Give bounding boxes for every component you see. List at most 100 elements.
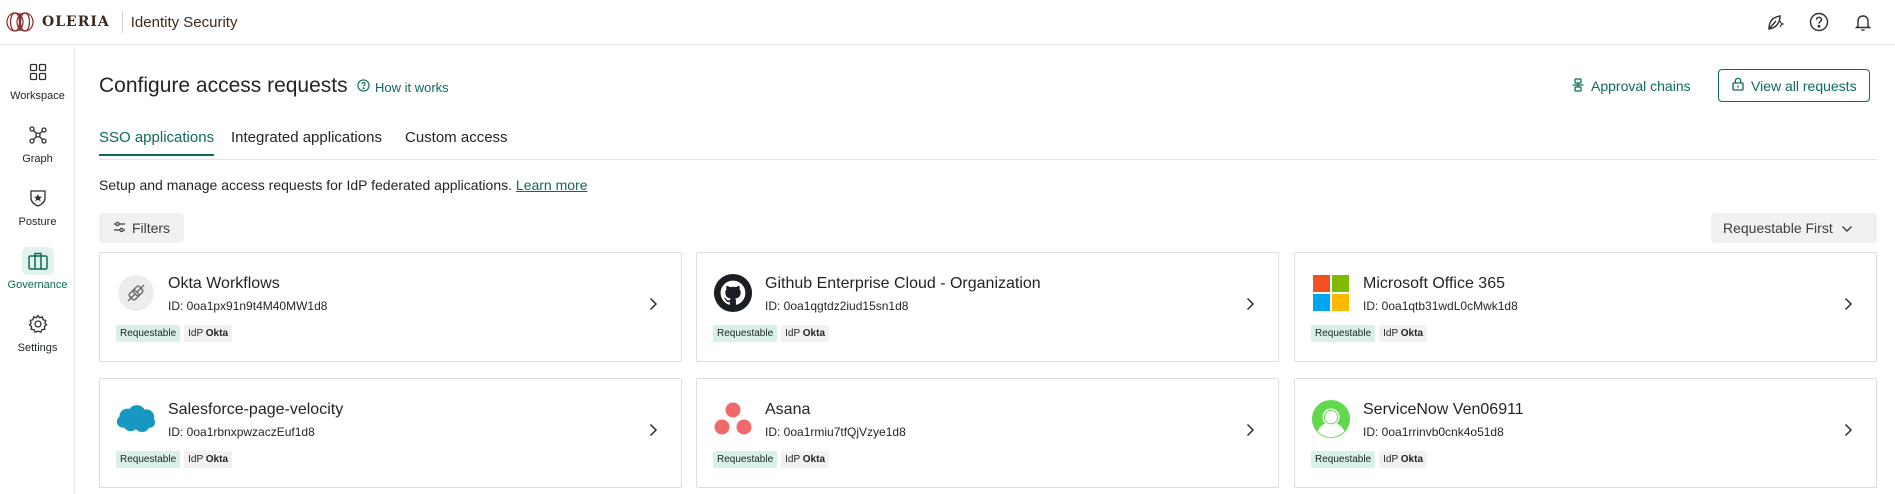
chevron-down-icon xyxy=(1841,220,1853,236)
app-card-github-enterprise[interactable]: Github Enterprise Cloud - Organization I… xyxy=(696,252,1279,362)
app-name: Microsoft Office 365 xyxy=(1363,275,1505,292)
app-card-microsoft-office[interactable]: Microsoft Office 365 ID: 0oa1qtb31wdL0cM… xyxy=(1294,252,1877,362)
requestable-badge: Requestable xyxy=(1311,451,1376,468)
microsoft-icon xyxy=(1311,273,1351,313)
idp-prefix: IdP xyxy=(1383,454,1398,465)
sort-dropdown[interactable]: Requestable First xyxy=(1711,213,1877,243)
filters-button[interactable]: Filters xyxy=(99,213,184,243)
view-all-requests-button[interactable]: View all requests xyxy=(1718,69,1870,102)
idp-prefix: IdP xyxy=(1383,328,1398,339)
brand-name: OLERIA xyxy=(42,14,110,30)
nav-item-posture[interactable]: Posture xyxy=(0,184,75,242)
page-description: Setup and manage access requests for IdP… xyxy=(99,177,588,193)
app-card-okta-workflows[interactable]: Okta Workflows ID: 0oa1px91n9t4M40MW1d8 … xyxy=(99,252,682,362)
idp-prefix: IdP xyxy=(188,454,203,465)
sliders-icon xyxy=(113,220,126,236)
view-all-requests-label: View all requests xyxy=(1751,77,1857,94)
nav-label: Workspace xyxy=(10,90,65,102)
oleria-logo-icon xyxy=(4,10,40,34)
learn-more-link[interactable]: Learn more xyxy=(516,177,588,193)
requestable-badge: Requestable xyxy=(1311,325,1376,342)
app-id: ID: 0oa1rbnxpwzaczEuf1d8 xyxy=(168,425,315,439)
idp-prefix: IdP xyxy=(188,328,203,339)
app-name: Salesforce-page-velocity xyxy=(168,401,344,418)
tab-bar: SSO applications Integrated applications… xyxy=(99,124,1877,160)
approval-chains-label: Approval chains xyxy=(1591,78,1691,94)
approval-chains-button[interactable]: Approval chains xyxy=(1571,70,1691,102)
requestable-badge: Requestable xyxy=(116,325,181,342)
requestable-badge: Requestable xyxy=(116,451,181,468)
idp-name: Okta xyxy=(802,328,826,339)
idp-badge: IdP Okta xyxy=(184,451,233,468)
app-name: Okta Workflows xyxy=(168,275,280,292)
nav-item-governance[interactable]: Governance xyxy=(0,247,75,305)
nav-label: Settings xyxy=(17,342,58,354)
approval-chain-icon xyxy=(1571,77,1585,95)
nav-item-workspace[interactable]: Workspace xyxy=(0,58,75,116)
idp-badge: IdP Okta xyxy=(781,325,830,342)
nav-label: Graph xyxy=(22,153,53,165)
asana-icon xyxy=(713,399,753,439)
github-icon xyxy=(713,273,753,313)
chevron-right-icon xyxy=(1844,297,1853,311)
app-card-salesforce[interactable]: Salesforce-page-velocity ID: 0oa1rbnxpwz… xyxy=(99,378,682,488)
idp-name: Okta xyxy=(205,454,229,465)
how-it-works-label: How it works xyxy=(375,79,449,95)
app-id: ID: 0oa1px91n9t4M40MW1d8 xyxy=(168,299,328,313)
top-bar: OLERIA Identity Security xyxy=(0,0,1895,45)
app-name: Asana xyxy=(765,401,811,418)
brand[interactable]: OLERIA Identity Security xyxy=(4,0,237,45)
shield-star-icon xyxy=(22,184,54,212)
plug-icon xyxy=(116,273,156,313)
how-it-works-link[interactable]: How it works xyxy=(357,79,449,95)
requestable-badge: Requestable xyxy=(713,451,778,468)
help-icon[interactable] xyxy=(1807,10,1831,34)
nav-item-graph[interactable]: Graph xyxy=(0,121,75,179)
requestable-badge: Requestable xyxy=(713,325,778,342)
chevron-right-icon xyxy=(649,423,658,437)
app-id: ID: 0oa1qgtdz2iud15sn1d8 xyxy=(765,299,909,313)
idp-name: Okta xyxy=(205,328,229,339)
tab-sso-applications[interactable]: SSO applications xyxy=(99,129,215,156)
app-card-asana[interactable]: Asana ID: 0oa1rmiu7tfQjVzye1d8 Requestab… xyxy=(696,378,1279,488)
app-name: ServiceNow Ven06911 xyxy=(1363,401,1524,418)
product-name: Identity Security xyxy=(130,13,238,31)
servicenow-icon xyxy=(1311,399,1351,439)
help-circle-icon xyxy=(357,79,370,95)
chevron-right-icon xyxy=(1246,423,1255,437)
briefcase-icon xyxy=(21,247,54,275)
idp-badge: IdP Okta xyxy=(781,451,830,468)
tab-custom-access[interactable]: Custom access xyxy=(405,129,508,154)
idp-badge: IdP Okta xyxy=(1379,325,1428,342)
idp-name: Okta xyxy=(1400,328,1424,339)
app-id: ID: 0oa1rrinvb0cnk4o51d8 xyxy=(1363,425,1504,439)
tab-integrated-applications[interactable]: Integrated applications xyxy=(231,129,382,154)
bell-icon[interactable] xyxy=(1851,10,1875,34)
grid-icon xyxy=(22,58,54,86)
page-title: Configure access requests xyxy=(99,74,348,97)
app-card-servicenow[interactable]: ServiceNow Ven06911 ID: 0oa1rrinvb0cnk4o… xyxy=(1294,378,1877,488)
nav-item-settings[interactable]: Settings xyxy=(0,310,75,368)
chevron-right-icon xyxy=(1844,423,1853,437)
gear-icon xyxy=(22,310,54,338)
salesforce-cloud-icon xyxy=(116,399,156,439)
graph-icon xyxy=(22,121,54,149)
app-id: ID: 0oa1qtb31wdL0cMwk1d8 xyxy=(1363,299,1518,313)
nav-label: Governance xyxy=(7,279,68,291)
chevron-right-icon xyxy=(649,297,658,311)
idp-name: Okta xyxy=(802,454,826,465)
description-text: Setup and manage access requests for IdP… xyxy=(99,177,513,193)
app-name: Github Enterprise Cloud - Organization xyxy=(765,275,1041,292)
leaf-sparkle-icon[interactable] xyxy=(1763,10,1787,34)
sort-value: Requestable First xyxy=(1723,220,1833,236)
nav-label: Posture xyxy=(18,216,57,228)
idp-badge: IdP Okta xyxy=(184,325,233,342)
idp-name: Okta xyxy=(1400,454,1424,465)
chevron-right-icon xyxy=(1246,297,1255,311)
idp-prefix: IdP xyxy=(785,454,800,465)
side-nav: Workspace Graph Posture Governance Setti… xyxy=(0,46,75,494)
filters-label: Filters xyxy=(131,220,171,236)
idp-badge: IdP Okta xyxy=(1379,451,1428,468)
brand-divider xyxy=(121,11,123,33)
app-id: ID: 0oa1rmiu7tfQjVzye1d8 xyxy=(765,425,906,439)
